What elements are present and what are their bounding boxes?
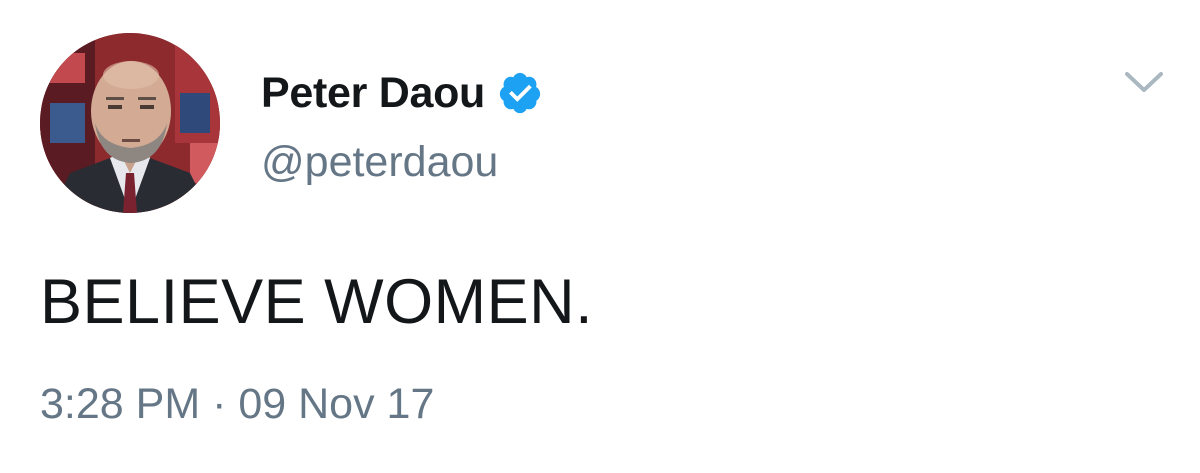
- tweet-card: Peter Daou @peterdaou BELIEVE WOMEN. 3:2…: [0, 0, 1200, 473]
- name-row: Peter Daou: [261, 68, 543, 118]
- tweet-text: BELIEVE WOMEN.: [40, 267, 594, 337]
- chevron-down-icon[interactable]: [1121, 66, 1167, 102]
- avatar-image: [40, 33, 220, 213]
- tweet-timestamp[interactable]: 3:28 PM · 09 Nov 17: [40, 380, 434, 429]
- verified-badge-icon: [497, 70, 543, 116]
- display-name[interactable]: Peter Daou: [261, 69, 485, 118]
- avatar[interactable]: [40, 33, 220, 213]
- user-handle[interactable]: @peterdaou: [261, 138, 498, 187]
